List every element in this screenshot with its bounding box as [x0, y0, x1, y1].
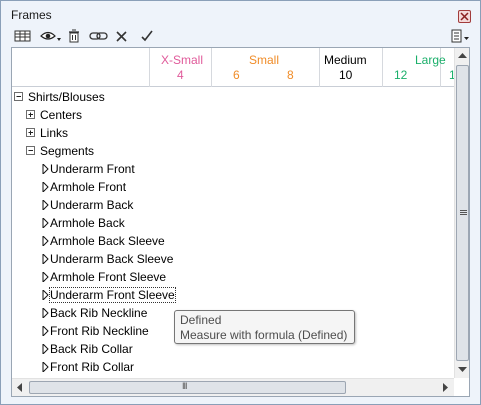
- expand-toggle[interactable]: [26, 128, 35, 137]
- link-button[interactable]: [88, 28, 110, 46]
- size-column-header: X-Small 4 Small 6 8 Medium 10 Large 12 1: [12, 48, 456, 87]
- grip-icon: III: [182, 381, 187, 391]
- caret-right-icon: [42, 344, 49, 354]
- tree-node-root[interactable]: Shirts/Blouses: [12, 88, 454, 106]
- size-number[interactable]: 6: [233, 68, 240, 82]
- column-divider: [211, 48, 212, 87]
- vertical-scrollbar[interactable]: [454, 48, 469, 378]
- frames-panel: Frames X-Small 4 Small 6 8 Medium 10 Lar…: [0, 0, 481, 405]
- caret-right-icon: [42, 236, 49, 246]
- scroll-right-icon[interactable]: [443, 383, 449, 392]
- eye-icon: [40, 31, 61, 41]
- tree-label: Back Rib Collar: [50, 342, 133, 356]
- tree-node-group[interactable]: Centers: [12, 106, 454, 124]
- column-divider: [149, 48, 150, 87]
- tree-label: Armhole Front: [50, 180, 127, 194]
- collapse-toggle[interactable]: [26, 146, 35, 155]
- tree-label: Centers: [40, 108, 83, 122]
- tree-label: Segments: [40, 144, 95, 158]
- size-label-medium[interactable]: Medium: [324, 53, 367, 67]
- panel-title: Frames: [11, 8, 52, 22]
- tree-label: Armhole Front Sleeve: [50, 270, 167, 284]
- close-icon: [460, 12, 469, 21]
- tree-node-segment[interactable]: Underarm Back: [12, 196, 454, 214]
- close-button[interactable]: [458, 10, 471, 23]
- tree-node-segment-selected[interactable]: Underarm Front Sleeve: [12, 286, 454, 304]
- panel-menu-button[interactable]: [450, 28, 472, 46]
- tree-label: Underarm Front Sleeve: [49, 287, 176, 303]
- tree-node-segment[interactable]: Front Rib Collar: [12, 358, 454, 376]
- caret-right-icon: [42, 164, 49, 174]
- tree-label: Links: [40, 126, 69, 140]
- plus-icon: [28, 130, 33, 135]
- caret-right-icon: [42, 290, 49, 300]
- tooltip-title: Defined: [180, 313, 222, 327]
- size-number[interactable]: 12: [394, 68, 407, 82]
- accept-button[interactable]: [139, 28, 159, 46]
- column-divider: [382, 48, 383, 87]
- grip-icon: [460, 210, 467, 215]
- caret-right-icon: [42, 272, 49, 282]
- tree-label: Underarm Back Sleeve: [50, 252, 174, 266]
- vertical-scroll-thumb[interactable]: [456, 65, 469, 361]
- size-label-x-small[interactable]: X-Small: [161, 53, 203, 67]
- caret-right-icon: [42, 326, 49, 336]
- delete-button[interactable]: [66, 28, 86, 46]
- tree-label: Underarm Back: [50, 198, 134, 212]
- tooltip-description: Measure with formula (Defined): [180, 328, 348, 342]
- checkmark-icon: [141, 30, 153, 42]
- tree-label: Underarm Front: [50, 162, 135, 176]
- horizontal-scrollbar[interactable]: III: [12, 378, 454, 396]
- tree-node-segment[interactable]: Underarm Front: [12, 160, 454, 178]
- caret-right-icon: [42, 362, 49, 372]
- expand-toggle[interactable]: [26, 110, 35, 119]
- size-label-large[interactable]: Large: [415, 53, 446, 67]
- column-divider: [319, 48, 320, 87]
- plus-icon: [28, 112, 33, 117]
- caret-right-icon: [42, 254, 49, 264]
- tree-label: Armhole Back: [50, 216, 125, 230]
- tooltip: Defined Measure with formula (Defined): [174, 310, 355, 344]
- scroll-left-icon[interactable]: [17, 383, 23, 392]
- toolbar: [3, 27, 478, 47]
- minus-icon: [28, 150, 33, 151]
- tree-label: Front Rib Neckline: [50, 324, 149, 338]
- tree-node-group[interactable]: Links: [12, 124, 454, 142]
- caret-right-icon: [42, 218, 49, 228]
- horizontal-scroll-thumb[interactable]: III: [29, 381, 346, 394]
- caret-right-icon: [42, 308, 49, 318]
- tree-node-segment[interactable]: Underarm Back Sleeve: [12, 250, 454, 268]
- collapse-toggle[interactable]: [14, 92, 23, 101]
- document-menu-icon: [451, 29, 469, 43]
- tree-label: Back Rib Neckline: [50, 306, 148, 320]
- visibility-dropdown-button[interactable]: [39, 28, 63, 46]
- tree-node-group[interactable]: Segments: [12, 142, 454, 160]
- size-number[interactable]: 4: [177, 68, 184, 82]
- scroll-up-icon[interactable]: [458, 53, 467, 59]
- scroll-down-icon[interactable]: [458, 367, 467, 373]
- minus-icon: [16, 96, 21, 97]
- x-icon: [116, 31, 127, 42]
- tree-label: Shirts/Blouses: [28, 90, 105, 104]
- table-icon: [14, 30, 31, 42]
- frames-grid: X-Small 4 Small 6 8 Medium 10 Large 12 1…: [11, 47, 470, 397]
- tree-label: Front Rib Collar: [50, 360, 135, 374]
- size-label-small[interactable]: Small: [249, 53, 279, 67]
- size-number[interactable]: 10: [339, 68, 352, 82]
- link-icon: [89, 32, 108, 40]
- tree-node-segment[interactable]: Armhole Front Sleeve: [12, 268, 454, 286]
- tree-label: Armhole Back Sleeve: [50, 234, 165, 248]
- tree-node-segment[interactable]: Armhole Front: [12, 178, 454, 196]
- tree-node-segment[interactable]: Armhole Back Sleeve: [12, 232, 454, 250]
- caret-right-icon: [42, 182, 49, 192]
- trash-icon: [69, 29, 79, 43]
- size-number[interactable]: 8: [287, 68, 294, 82]
- tree-node-segment[interactable]: Armhole Back: [12, 214, 454, 232]
- remove-button[interactable]: [114, 28, 134, 46]
- caret-right-icon: [42, 200, 49, 210]
- table-view-button[interactable]: [13, 28, 33, 46]
- title-bar: Frames: [3, 4, 478, 26]
